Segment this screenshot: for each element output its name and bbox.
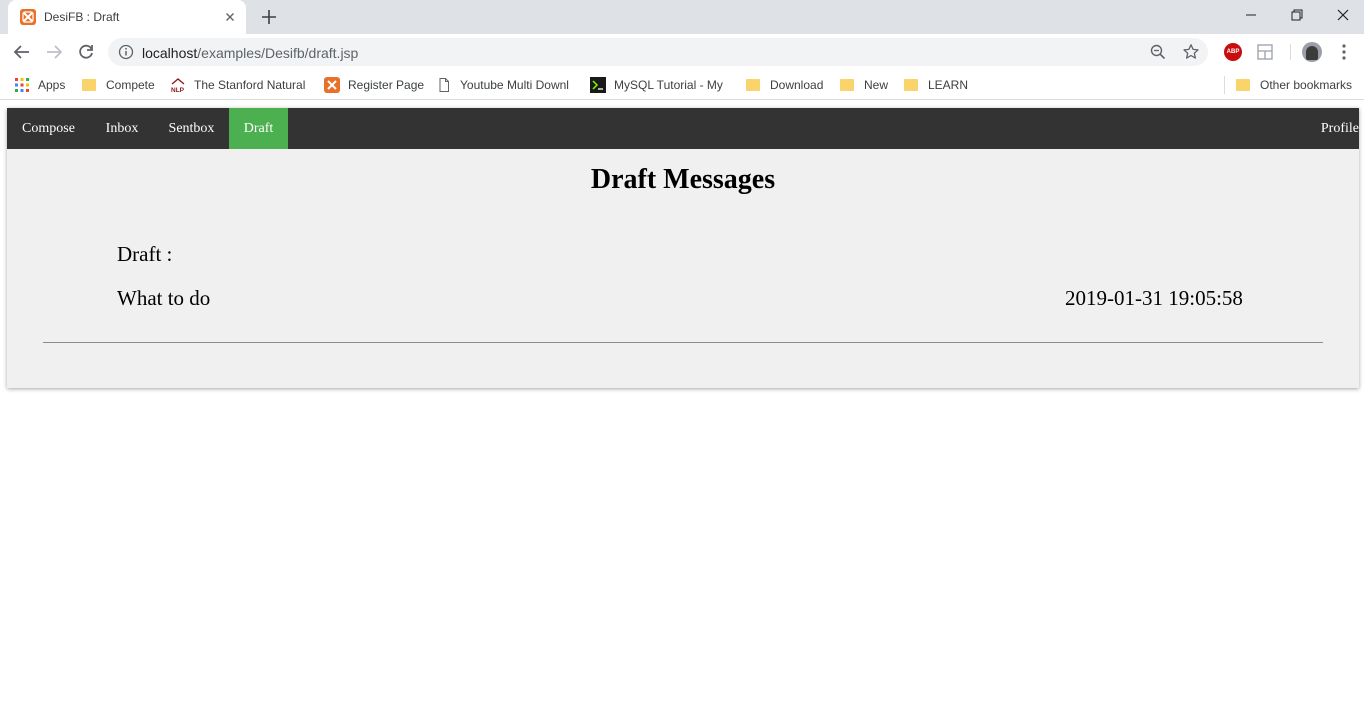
profile-avatar[interactable]: [1302, 42, 1322, 62]
bookmark-mysql-tutorial[interactable]: MySQL Tutorial - My: [590, 76, 723, 94]
bookmark-star-icon[interactable]: [1182, 43, 1200, 61]
bookmark-label: New: [864, 78, 889, 92]
folder-icon: [1236, 79, 1250, 91]
minimize-icon[interactable]: [1228, 0, 1274, 30]
address-bar[interactable]: localhost/examples/Desifb/draft.jsp: [108, 38, 1208, 66]
new-tab-icon[interactable]: [260, 8, 278, 26]
bookmark-label: Download: [770, 78, 824, 92]
zoom-icon[interactable]: [1150, 44, 1166, 60]
bookmark-label: Register Page: [348, 78, 425, 92]
bookmark-apps[interactable]: Apps: [14, 76, 65, 94]
avatar-face: [1306, 46, 1318, 60]
url-path: /examples/Desifb/draft.jsp: [197, 45, 359, 61]
draft-message-text[interactable]: What to do: [117, 286, 210, 311]
site-info-icon[interactable]: [118, 44, 134, 60]
bookmark-label: MySQL Tutorial - My: [614, 78, 723, 92]
terminal-icon: [590, 77, 606, 93]
bookmark-other[interactable]: Other bookmarks: [1236, 76, 1352, 94]
nav-profile[interactable]: Profile: [1309, 108, 1359, 149]
bookmark-label: Apps: [38, 78, 66, 92]
nav-inbox[interactable]: Inbox: [90, 108, 154, 149]
back-arrow-icon[interactable]: [12, 42, 32, 62]
folder-icon: [904, 79, 918, 91]
forward-arrow-icon[interactable]: [44, 42, 64, 62]
tab-strip: DesiFB : Draft: [0, 0, 1364, 34]
restore-icon[interactable]: [1274, 0, 1320, 30]
bookmark-register-page[interactable]: Register Page: [324, 76, 424, 94]
bookmark-label: The Stanford Natural: [194, 78, 306, 92]
extension-layout-icon[interactable]: [1256, 43, 1274, 61]
apps-grid-icon: [15, 78, 29, 92]
browser-tab[interactable]: DesiFB : Draft: [8, 0, 246, 34]
bookmark-label: Other bookmarks: [1260, 78, 1353, 92]
window-close-icon[interactable]: [1320, 0, 1364, 30]
reload-icon[interactable]: [76, 42, 96, 62]
page-icon: [439, 78, 449, 92]
browser-toolbar: localhost/examples/Desifb/draft.jsp ABP: [0, 34, 1364, 70]
content-card: Compose Inbox Sentbox Draft Profile Draf…: [7, 108, 1359, 388]
url-host: localhost: [142, 45, 198, 61]
bookmark-label: LEARN: [928, 78, 969, 92]
folder-icon: [840, 79, 854, 91]
message-divider: [43, 342, 1323, 343]
bookmark-stanford-nlp[interactable]: NLP The Stanford Natural: [170, 76, 305, 94]
draft-message-timestamp: 2019-01-31 19:05:58: [1065, 286, 1243, 310]
tab-close-icon[interactable]: [222, 9, 238, 25]
tab-title: DesiFB : Draft: [44, 10, 120, 24]
nlp-icon: NLP: [171, 78, 185, 93]
nav-sentbox[interactable]: Sentbox: [154, 108, 229, 149]
bookmarks-separator: [1224, 76, 1225, 94]
bookmark-learn[interactable]: LEARN: [904, 76, 968, 94]
toolbar-separator: [1290, 44, 1291, 60]
bookmark-download[interactable]: Download: [746, 76, 823, 94]
nav-compose[interactable]: Compose: [7, 108, 90, 149]
xampp-icon: [324, 77, 340, 93]
browser-menu-icon[interactable]: [1336, 43, 1352, 61]
folder-icon: [82, 79, 96, 91]
folder-icon: [746, 79, 760, 91]
bookmark-youtube-downloader[interactable]: Youtube Multi Downl: [436, 76, 569, 94]
svg-text:NLP: NLP: [171, 87, 185, 93]
xampp-favicon-icon: [20, 9, 36, 25]
adblock-extension-icon[interactable]: ABP: [1224, 43, 1242, 61]
draft-label: Draft :: [117, 242, 173, 266]
bookmark-new[interactable]: New: [840, 76, 888, 94]
bookmark-label: Compete: [106, 78, 155, 92]
bookmark-label: Youtube Multi Downl: [460, 78, 569, 92]
page-title: Draft Messages: [590, 164, 776, 195]
nav-draft[interactable]: Draft: [229, 108, 288, 149]
page-viewport: Compose Inbox Sentbox Draft Profile Draf…: [0, 101, 1364, 720]
bookmarks-bar: Apps Compete NLP The Stanford Natural Re…: [0, 70, 1364, 100]
site-navbar: Compose Inbox Sentbox Draft Profile: [7, 108, 1359, 149]
url-text: localhost/examples/Desifb/draft.jsp: [142, 45, 358, 61]
bookmark-compete[interactable]: Compete: [82, 76, 155, 94]
